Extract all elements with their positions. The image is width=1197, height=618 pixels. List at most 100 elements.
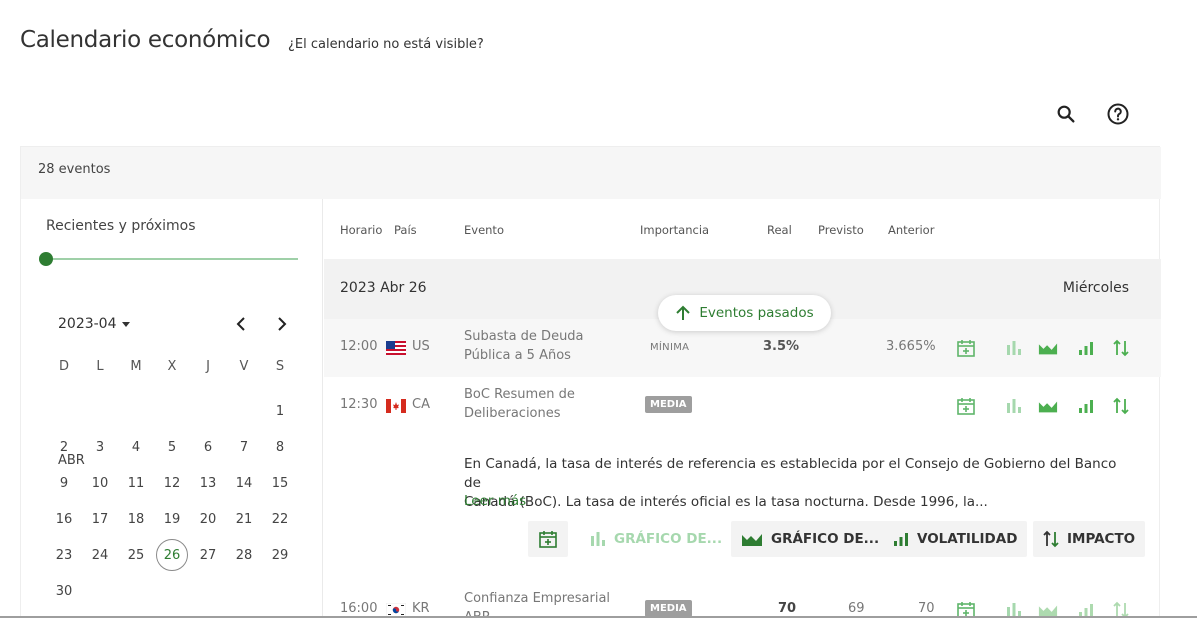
calendar-not-visible-link[interactable]: ¿El calendario no está visible?	[288, 37, 484, 52]
weekday-tuesday: M	[130, 358, 142, 374]
read-more-link[interactable]: Leer más	[464, 493, 526, 509]
calendar-day[interactable]: 25	[120, 539, 152, 571]
month-selector[interactable]: 2023-04	[58, 316, 130, 332]
importance-badge: MEDIA	[645, 396, 692, 413]
calendar-day[interactable]: 4	[120, 431, 152, 463]
event-time: 16:00	[340, 601, 378, 616]
area-chart-icon[interactable]	[1038, 396, 1058, 416]
calendar-day[interactable]: 7	[228, 431, 260, 463]
calendar-day-selected[interactable]: 26	[156, 539, 188, 571]
event-name-line2[interactable]: Deliberaciones	[464, 406, 561, 421]
events-table: Horario País Evento Importancia Real Pre…	[324, 199, 1161, 618]
event-name-line1[interactable]: Subasta de Deuda	[464, 329, 584, 344]
calendar-day[interactable]: 18	[120, 503, 152, 535]
event-row-kr[interactable]: 16:00 KR Confianza Empresarial ABR MEDIA…	[324, 579, 1161, 618]
actual-value: 3.5%	[763, 339, 800, 354]
range-slider-track[interactable]	[46, 258, 298, 260]
previous-month-button[interactable]	[231, 313, 251, 335]
calendar-day[interactable]: 29	[264, 539, 296, 571]
range-slider-handle[interactable]	[39, 252, 53, 266]
calendar-day[interactable]: 24	[84, 539, 116, 571]
previous-value: 70	[918, 601, 935, 616]
calendar-day[interactable]: 23	[48, 539, 80, 571]
column-importance: Importancia	[640, 223, 710, 237]
description-line1: En Canadá, la tasa de interés de referen…	[464, 456, 1117, 491]
weekday-saturday: S	[275, 358, 285, 374]
impact-label: IMPACTO	[1067, 531, 1136, 547]
impact-button[interactable]: IMPACTO	[1033, 521, 1146, 557]
calendar-day[interactable]: 14	[228, 467, 260, 499]
calendar-day[interactable]: 8	[264, 431, 296, 463]
column-event: Evento	[464, 223, 504, 237]
signal-bars-icon[interactable]	[1076, 396, 1096, 416]
calendar-day[interactable]: 1	[264, 395, 296, 427]
signal-bars-icon	[894, 533, 908, 546]
weekday-thursday: J	[206, 358, 210, 374]
bar-chart-icon[interactable]	[1004, 396, 1024, 416]
chart-bars-label: GRÁFICO DE...	[614, 531, 723, 547]
weekday-sunday: D	[58, 358, 69, 374]
calendar-day[interactable]: 13	[192, 467, 224, 499]
event-time: 12:30	[340, 397, 378, 412]
calendar-day[interactable]: 30	[48, 575, 80, 607]
up-down-arrows-icon[interactable]	[1111, 396, 1131, 416]
calendar-day[interactable]: 6	[192, 431, 224, 463]
volatility-button[interactable]: VOLATILIDAD	[883, 521, 1028, 557]
us-flag-icon	[386, 341, 406, 355]
calendar-day[interactable]: 17	[84, 503, 116, 535]
next-month-button[interactable]	[272, 313, 292, 335]
importance-label: MÍNIMA	[650, 342, 690, 353]
event-country: US	[412, 339, 430, 354]
up-down-arrows-icon[interactable]	[1111, 338, 1131, 358]
description-line2: Canadá (BoC). La tasa de interés oficial…	[464, 494, 988, 510]
calendar-day[interactable]: 27	[192, 539, 224, 571]
previous-value: 3.665%	[886, 339, 936, 354]
up-down-arrows-icon	[1043, 530, 1059, 548]
chart-area-button[interactable]: GRÁFICO DE...	[731, 521, 890, 557]
calendar-day[interactable]: 10	[84, 467, 116, 499]
event-name-line1[interactable]: Confianza Empresarial	[464, 591, 610, 606]
calendar-day[interactable]: 21	[228, 503, 260, 535]
calendar-day[interactable]: 22	[264, 503, 296, 535]
filters-sidebar: Recientes y próximos 2023-04 ABR 1234567…	[21, 199, 323, 618]
help-icon[interactable]	[1106, 102, 1130, 126]
page-title: Calendario económico	[20, 27, 271, 53]
chevron-left-icon	[236, 317, 245, 331]
volatility-label: VOLATILIDAD	[917, 531, 1018, 547]
event-country: CA	[412, 397, 430, 412]
calendar-day[interactable]: 15	[264, 467, 296, 499]
event-name-line1[interactable]: BoC Resumen de	[464, 387, 575, 402]
calendar-day[interactable]: 20	[192, 503, 224, 535]
add-to-calendar-button[interactable]	[528, 521, 568, 557]
search-icon[interactable]	[1054, 102, 1078, 126]
past-events-label: Eventos pasados	[699, 305, 814, 321]
past-events-button[interactable]: Eventos pasados	[658, 295, 831, 331]
signal-bars-icon[interactable]	[1076, 338, 1096, 358]
bar-chart-icon	[591, 532, 605, 546]
events-count-bar: 28 eventos	[21, 147, 1161, 199]
calendar-day[interactable]: 28	[228, 539, 260, 571]
calendar-day[interactable]: 19	[156, 503, 188, 535]
calendar-add-icon[interactable]	[956, 338, 976, 358]
actual-value: 70	[778, 601, 797, 616]
event-description: En Canadá, la tasa de interés de referen…	[464, 455, 1119, 512]
calendar-add-icon	[539, 531, 557, 548]
area-chart-icon[interactable]	[1038, 338, 1058, 358]
calendar-add-icon[interactable]	[956, 396, 976, 416]
calendar-day[interactable]: 12	[156, 467, 188, 499]
calendar-panel: 28 eventos Recientes y próximos 2023-04 …	[20, 146, 1161, 618]
calendar-day[interactable]: 9	[48, 467, 80, 499]
calendar-day[interactable]: 16	[48, 503, 80, 535]
calendar-day[interactable]: 3	[84, 431, 116, 463]
chart-bars-button[interactable]: GRÁFICO DE...	[580, 521, 733, 557]
calendar-day[interactable]: 2	[48, 431, 80, 463]
month-selector-value: 2023-04	[58, 316, 117, 332]
range-label: Recientes y próximos	[46, 218, 196, 234]
event-time: 12:00	[340, 339, 378, 354]
bar-chart-icon[interactable]	[1004, 338, 1024, 358]
event-row-ca[interactable]: 12:30 CA BoC Resumen de Deliberaciones M…	[324, 377, 1161, 435]
calendar-day[interactable]: 11	[120, 467, 152, 499]
calendar-day[interactable]: 5	[156, 431, 188, 463]
column-previous: Anterior	[888, 223, 935, 237]
event-name-line2[interactable]: Pública a 5 Años	[464, 348, 571, 363]
